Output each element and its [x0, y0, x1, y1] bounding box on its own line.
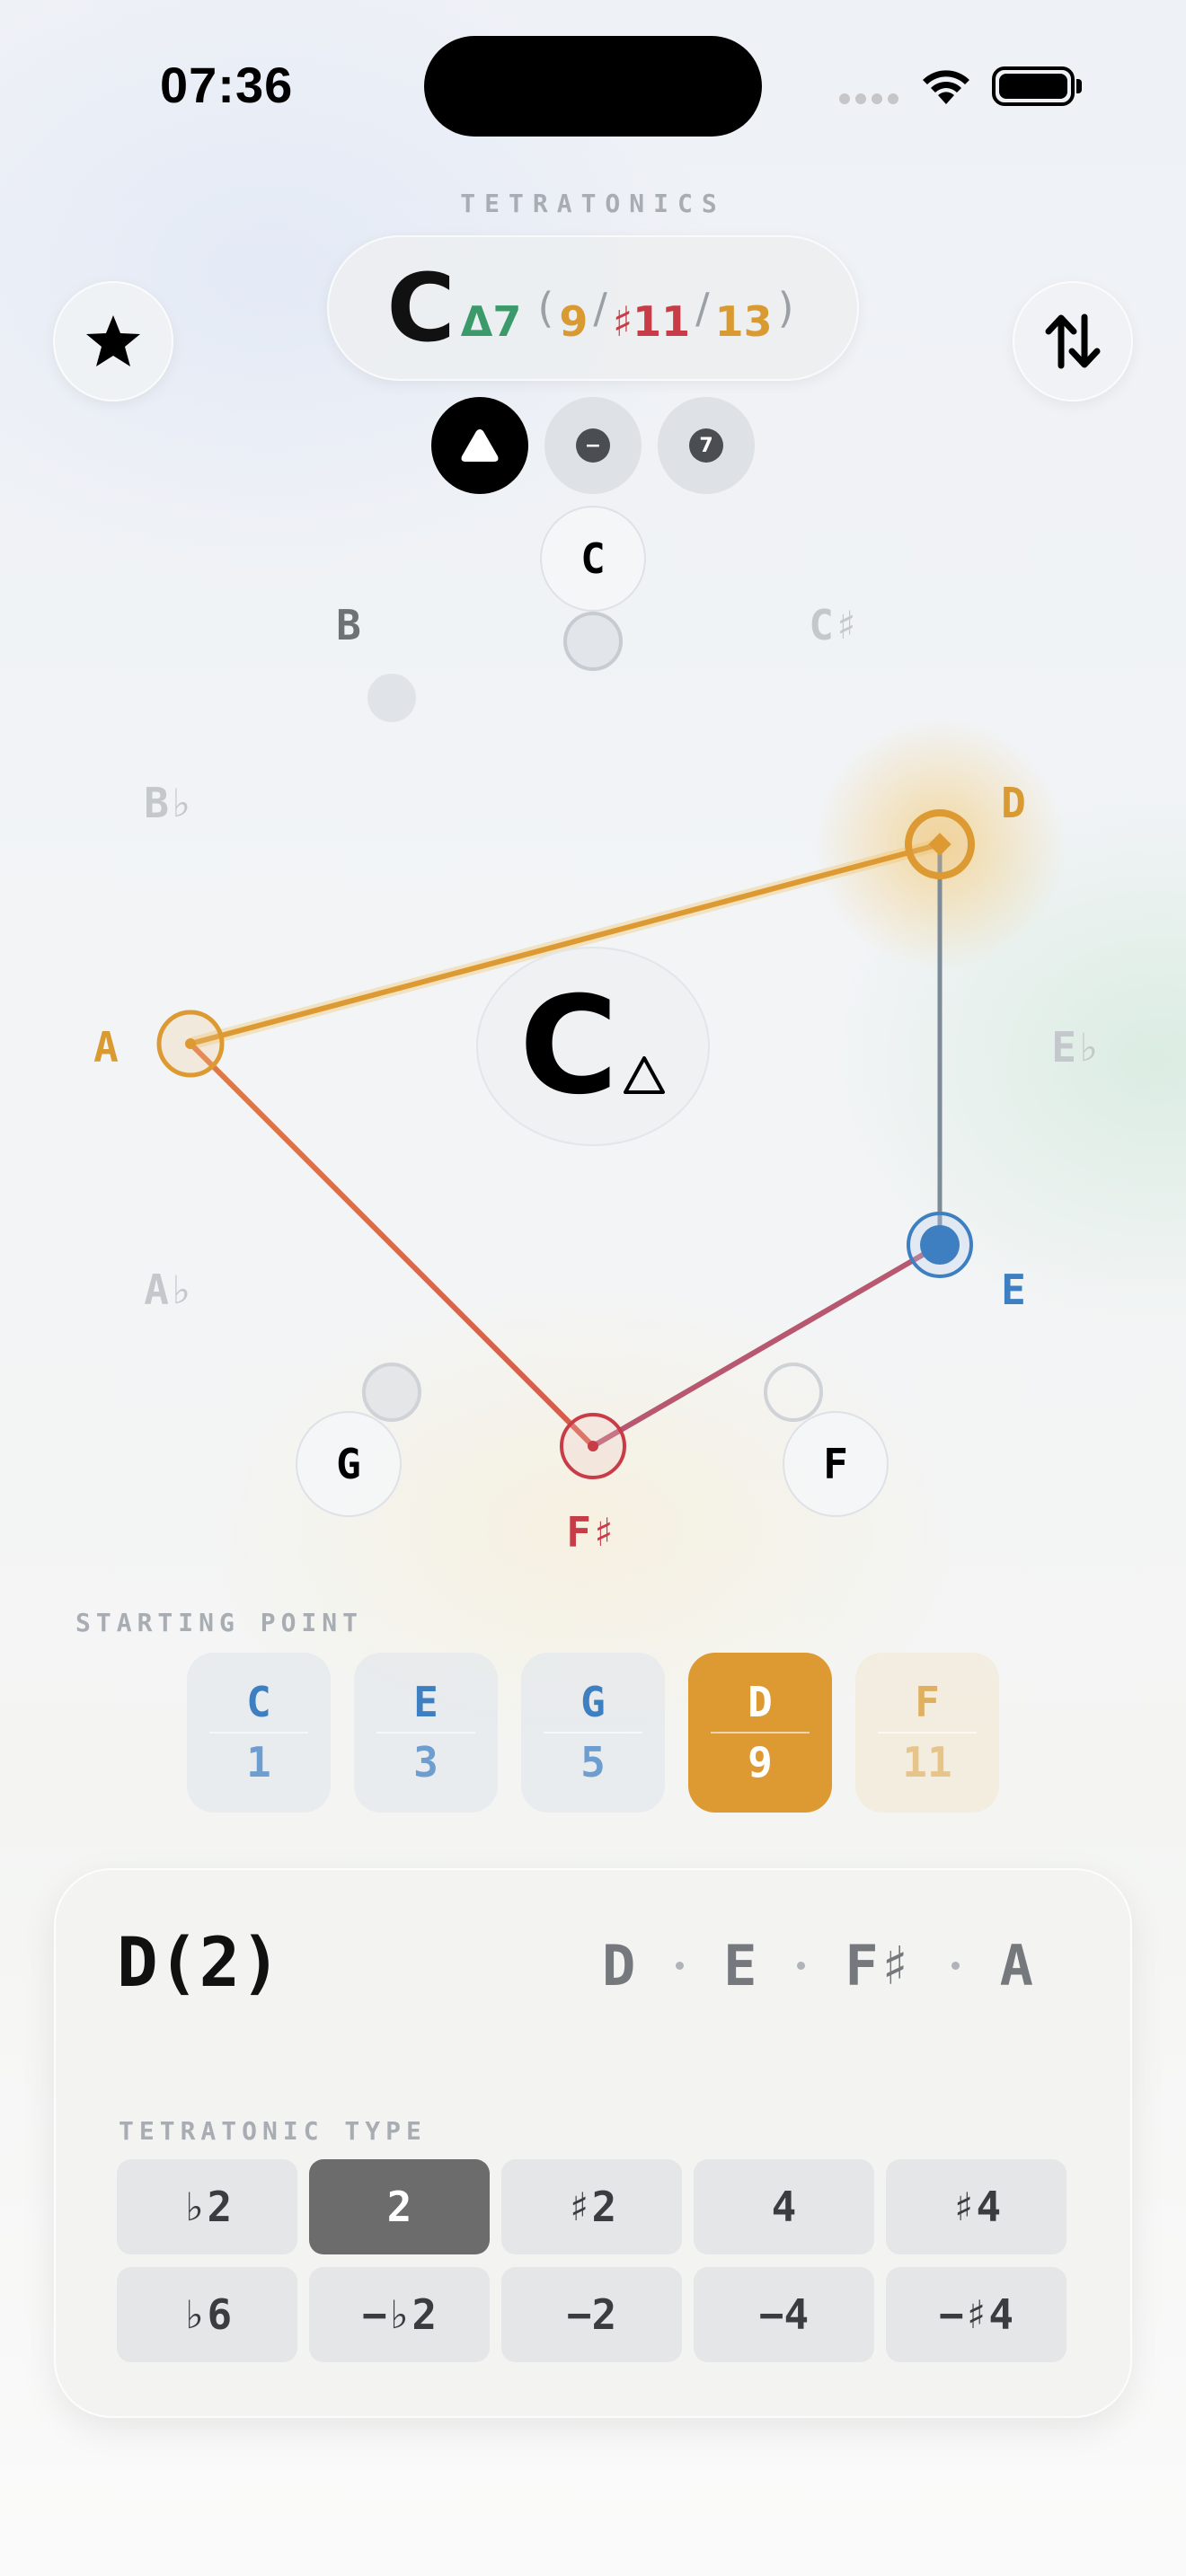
tetratonic-type-grid: ♭2 2 ♯2 4 ♯4 ♭6 −♭2 −2 −4 −♯4: [117, 2159, 1067, 2362]
chord-close-paren: ): [777, 284, 794, 332]
starting-point-selector: C 1 E 3 G 5 D 9 F 11: [187, 1653, 999, 1813]
separator-dot: [675, 1962, 684, 1970]
chord-separator: /: [593, 284, 607, 332]
center-chord-disc[interactable]: C: [476, 947, 710, 1146]
node-fsharp-center: [588, 1441, 598, 1451]
starting-point-degree: 11: [902, 1738, 952, 1786]
chord-separator: /: [695, 284, 710, 332]
scale-note: F♯: [845, 1933, 912, 1998]
scale-note: E: [723, 1933, 757, 1998]
status-time: 07:36: [160, 57, 294, 113]
chord-extension-13: 13: [714, 297, 773, 346]
type-button-flat6[interactable]: ♭6: [117, 2267, 297, 2362]
note-label-e-flat[interactable]: E♭: [1051, 1023, 1101, 1072]
arrow-up-down-icon: [1045, 313, 1101, 369]
node-a-center: [185, 1038, 196, 1049]
starting-point-degree: 5: [580, 1738, 606, 1786]
divider: [878, 1732, 977, 1734]
starting-point-note: G: [580, 1678, 606, 1727]
note-bubble-c[interactable]: C: [540, 506, 646, 612]
type-button-minus2[interactable]: −2: [501, 2267, 682, 2362]
chord-quality: Δ7: [460, 297, 522, 346]
app-title: TETRATONICS: [460, 189, 726, 218]
type-button-2[interactable]: 2: [309, 2159, 490, 2254]
note-label-b-flat[interactable]: B♭: [144, 779, 193, 827]
starting-point-note: E: [413, 1678, 438, 1727]
star-icon: [86, 315, 140, 366]
triangle-icon: [461, 429, 499, 462]
starting-point-f[interactable]: F 11: [855, 1653, 999, 1813]
divider: [376, 1732, 475, 1734]
type-button-sharp2[interactable]: ♯2: [501, 2159, 682, 2254]
note-label-c-sharp[interactable]: C♯: [809, 601, 858, 649]
separator-dot: [951, 1962, 960, 1970]
starting-point-c[interactable]: C 1: [187, 1653, 331, 1813]
slot-dot-c: [563, 612, 623, 671]
separator-dot: [796, 1962, 805, 1970]
starting-point-degree: 9: [748, 1738, 773, 1786]
minus-icon: −: [576, 428, 610, 463]
starting-point-label: STARTING POINT: [75, 1608, 364, 1637]
divider: [711, 1732, 810, 1734]
type-button-4[interactable]: 4: [694, 2159, 874, 2254]
battery-icon: [992, 66, 1075, 106]
type-button-minus-sharp4[interactable]: −♯4: [886, 2267, 1067, 2362]
chord-extension-9: 9: [559, 297, 589, 346]
starting-point-degree: 3: [413, 1738, 438, 1786]
starting-point-note: D: [748, 1678, 773, 1727]
chord-root: C: [386, 253, 456, 363]
dynamic-island: [424, 36, 762, 137]
type-button-flat2[interactable]: ♭2: [117, 2159, 297, 2254]
chord-extension-sharp11: ♯11: [612, 297, 691, 346]
cellular-signal-icon: [839, 93, 898, 104]
scale-notes: D E F♯ A: [602, 1933, 1033, 1998]
type-button-minus4[interactable]: −4: [694, 2267, 874, 2362]
type-button-sharp4[interactable]: ♯4: [886, 2159, 1067, 2254]
node-e-center: [920, 1225, 960, 1265]
note-label-e[interactable]: E: [1001, 1266, 1026, 1314]
battery-nub: [1076, 79, 1082, 93]
favorite-button[interactable]: [53, 281, 173, 401]
minor-mode-button[interactable]: −: [544, 397, 642, 494]
starting-point-note: F: [915, 1678, 940, 1727]
starting-point-d[interactable]: D 9: [688, 1653, 832, 1813]
center-chord-root: C: [518, 968, 619, 1125]
scale-name: D(2): [117, 1922, 282, 2002]
slot-dot-b: [367, 674, 416, 722]
starting-point-g[interactable]: G 5: [521, 1653, 665, 1813]
seventh-mode-button[interactable]: 7: [658, 397, 755, 494]
chord-open-paren: (: [537, 284, 554, 332]
type-button-minus-flat2[interactable]: −♭2: [309, 2267, 490, 2362]
major-mode-button[interactable]: [431, 397, 528, 494]
triangle-outline-icon: [624, 1056, 666, 1094]
note-label-a-flat[interactable]: A♭: [144, 1266, 193, 1314]
divider: [209, 1732, 308, 1734]
chord-display[interactable]: C Δ7 ( 9 / ♯11 / 13 ): [327, 235, 859, 381]
note-label-b[interactable]: B: [336, 601, 361, 649]
slot-dot-g: [362, 1363, 421, 1422]
note-bubble-f[interactable]: F: [783, 1411, 889, 1517]
slot-dot-f: [764, 1363, 823, 1422]
note-bubble-g[interactable]: G: [296, 1411, 402, 1517]
starting-point-degree: 1: [246, 1738, 271, 1786]
note-label-a[interactable]: A: [93, 1023, 119, 1072]
scale-note: D: [602, 1933, 636, 1998]
tetratonic-type-label: TETRATONIC TYPE: [119, 2116, 427, 2146]
seven-icon: 7: [689, 428, 723, 463]
wifi-icon: [923, 70, 969, 104]
starting-point-e[interactable]: E 3: [354, 1653, 498, 1813]
divider: [544, 1732, 642, 1734]
note-label-f-sharp[interactable]: F♯: [566, 1508, 615, 1557]
starting-point-note: C: [246, 1678, 271, 1727]
edge-e-fsharp: [591, 1242, 942, 1449]
scale-note: A: [999, 1933, 1033, 1998]
note-label-d[interactable]: D: [1001, 779, 1026, 827]
swap-button[interactable]: [1013, 281, 1133, 401]
